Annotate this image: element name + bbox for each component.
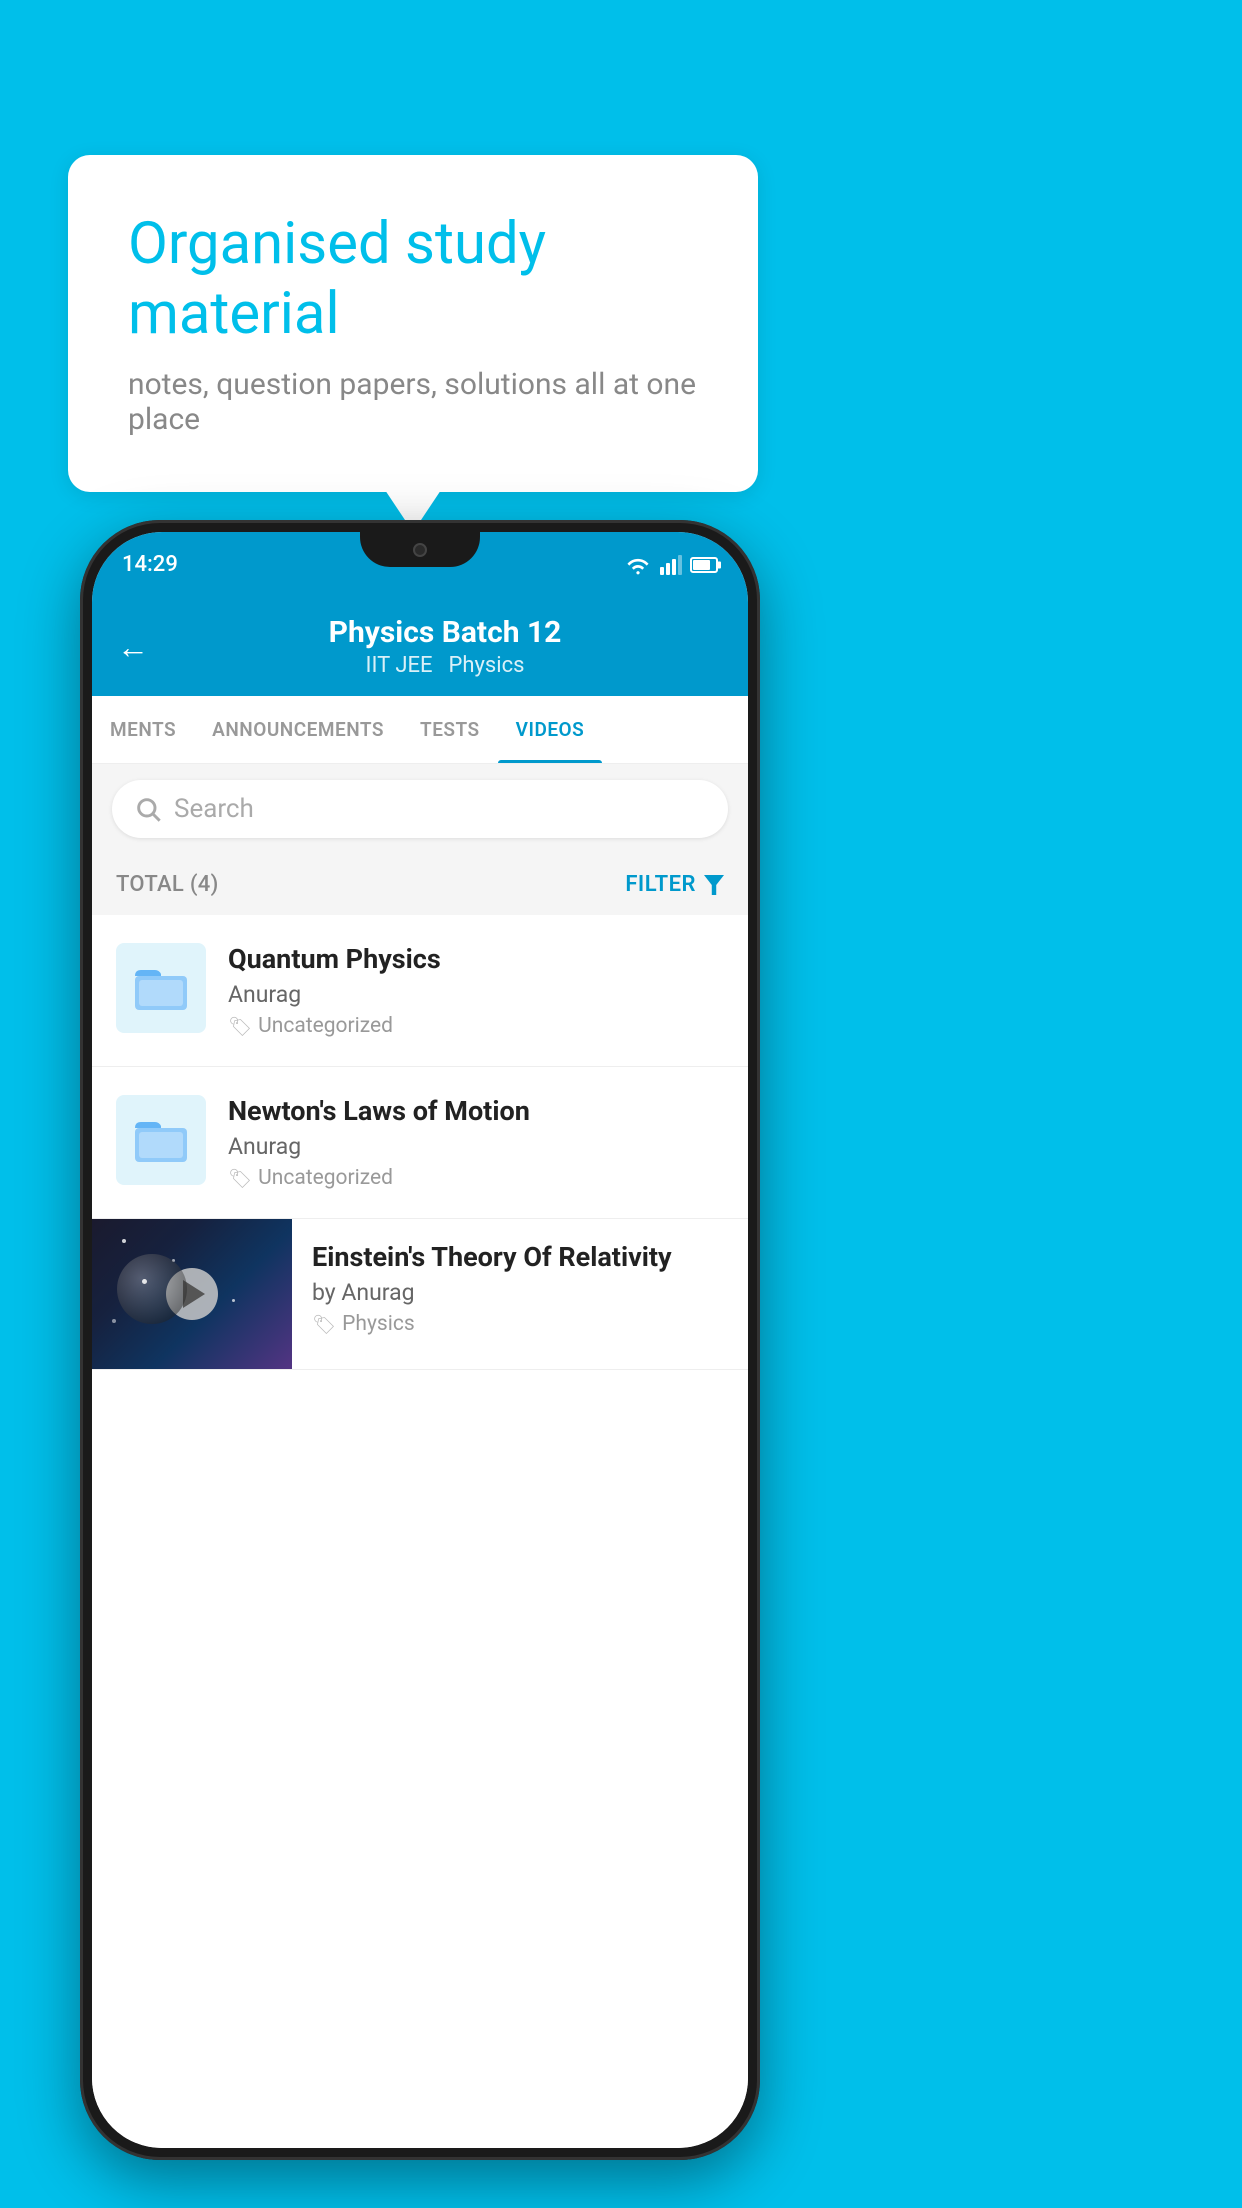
filter-bar: TOTAL (4) FILTER [92, 854, 748, 915]
status-time: 14:29 [122, 552, 178, 577]
total-count: TOTAL (4) [116, 872, 219, 897]
video-thumb-3 [92, 1219, 292, 1369]
phone-wrapper: 14:29 [80, 520, 760, 2160]
camera [413, 543, 427, 557]
video-info-1: Quantum Physics Anurag 🏷 Uncategorized [228, 943, 724, 1038]
filter-label: FILTER [625, 872, 696, 897]
video-info-2: Newton's Laws of Motion Anurag 🏷 Uncateg… [228, 1095, 724, 1190]
speech-bubble-wrapper: Organised study material notes, question… [68, 155, 758, 492]
video-title-1: Quantum Physics [228, 943, 724, 975]
wifi-icon [624, 555, 652, 575]
filter-icon [704, 875, 724, 895]
video-author-1: Anurag [228, 981, 724, 1008]
video-author-2: Anurag [228, 1133, 724, 1160]
app-header: ← Physics Batch 12 IIT JEE Physics [92, 597, 748, 696]
tab-tests[interactable]: TESTS [402, 696, 498, 763]
tabs-bar: MENTS ANNOUNCEMENTS TESTS VIDEOS [92, 696, 748, 764]
notch-cutout [360, 532, 480, 567]
header-subtitle: IIT JEE Physics [167, 653, 723, 678]
header-subtitle-iit: IIT JEE [366, 653, 433, 678]
search-icon [134, 795, 162, 823]
video-title-3: Einstein's Theory Of Relativity [312, 1241, 728, 1273]
video-tag-1: 🏷 Uncategorized [228, 1014, 724, 1038]
video-tag-text-3: Physics [342, 1312, 415, 1336]
phone-frame: 14:29 [80, 520, 760, 2160]
video-title-2: Newton's Laws of Motion [228, 1095, 724, 1127]
video-item-2[interactable]: Newton's Laws of Motion Anurag 🏷 Uncateg… [92, 1067, 748, 1219]
search-bar[interactable]: Search [112, 780, 728, 838]
speech-bubble: Organised study material notes, question… [68, 155, 758, 492]
video-tag-text-1: Uncategorized [258, 1014, 393, 1038]
status-icons [624, 555, 718, 575]
video-thumb-2 [116, 1095, 206, 1185]
search-placeholder: Search [174, 794, 254, 824]
header-title-block: Physics Batch 12 IIT JEE Physics [167, 615, 723, 678]
header-title: Physics Batch 12 [167, 615, 723, 650]
filter-button[interactable]: FILTER [625, 872, 724, 897]
tag-icon-3: 🏷 [312, 1313, 336, 1336]
tag-icon-1: 🏷 [228, 1015, 252, 1038]
bubble-title: Organised study material [128, 210, 698, 349]
signal-icon [660, 555, 682, 575]
screen-content: ← Physics Batch 12 IIT JEE Physics MENTS… [92, 597, 748, 2148]
tab-announcements[interactable]: ANNOUNCEMENTS [194, 696, 402, 763]
tab-videos[interactable]: VIDEOS [498, 696, 603, 763]
back-button[interactable]: ← [117, 628, 149, 666]
video-thumb-1 [116, 943, 206, 1033]
tab-ments[interactable]: MENTS [92, 696, 194, 763]
phone-screen: 14:29 [92, 532, 748, 2148]
status-bar: 14:29 [92, 532, 748, 597]
video-item-1[interactable]: Quantum Physics Anurag 🏷 Uncategorized [92, 915, 748, 1067]
battery-icon [690, 557, 718, 573]
video-info-3: Einstein's Theory Of Relativity by Anura… [292, 1219, 748, 1358]
video-tag-text-2: Uncategorized [258, 1166, 393, 1190]
tag-icon-2: 🏷 [228, 1167, 252, 1190]
header-subtitle-physics: Physics [448, 653, 524, 678]
video-tag-2: 🏷 Uncategorized [228, 1166, 724, 1190]
folder-icon-1 [133, 962, 189, 1014]
bubble-subtitle: notes, question papers, solutions all at… [128, 367, 698, 437]
video-tag-3: 🏷 Physics [312, 1312, 728, 1336]
folder-icon-2 [133, 1114, 189, 1166]
video-author-3: by Anurag [312, 1279, 728, 1306]
video-list: Quantum Physics Anurag 🏷 Uncategorized [92, 915, 748, 2148]
search-container: Search [92, 764, 748, 854]
video-item-3[interactable]: Einstein's Theory Of Relativity by Anura… [92, 1219, 748, 1370]
